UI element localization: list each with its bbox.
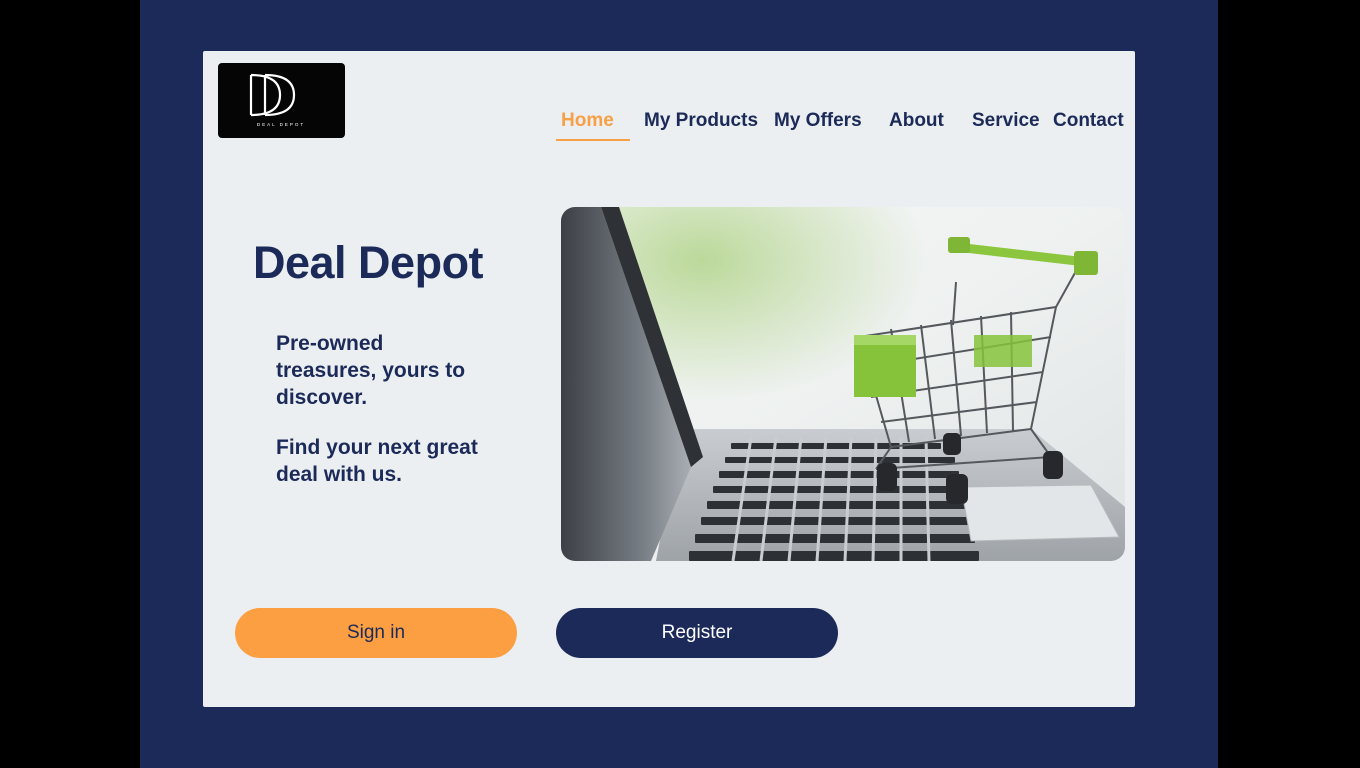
nav-active-indicator	[556, 139, 630, 141]
page-title: Deal Depot	[253, 237, 484, 288]
tagline-secondary: Find your next great deal with us.	[276, 436, 478, 486]
hero-image	[561, 207, 1125, 561]
main-card: DEAL DEPOT Home My Products My Offers Ab…	[203, 51, 1135, 707]
nav-service[interactable]: Service	[972, 110, 1040, 132]
deal-depot-logo-icon: DEAL DEPOT	[249, 73, 305, 127]
nav-my-products[interactable]: My Products	[644, 110, 758, 132]
nav-home[interactable]: Home	[561, 110, 614, 132]
register-button[interactable]: Register	[556, 608, 838, 658]
nav-contact[interactable]: Contact	[1053, 110, 1124, 132]
nav-about[interactable]: About	[889, 110, 944, 132]
logo[interactable]: DEAL DEPOT	[218, 63, 345, 138]
logo-caption: DEAL DEPOT	[257, 122, 305, 127]
tagline-primary: Pre-owned treasures, yours to discover.	[276, 332, 466, 409]
shopping-cart-on-laptop-icon	[561, 207, 1125, 561]
nav-my-offers[interactable]: My Offers	[774, 110, 862, 132]
sign-in-button[interactable]: Sign in	[235, 608, 517, 658]
